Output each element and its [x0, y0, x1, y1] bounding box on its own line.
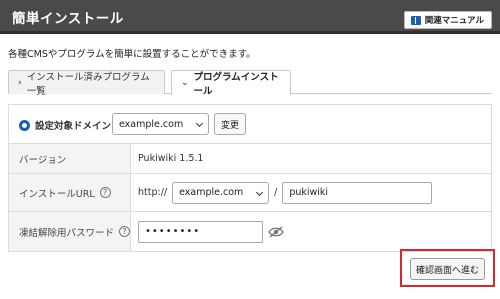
password-label: 凍結解除用パスワード	[19, 227, 115, 239]
chevron-down-icon	[195, 119, 204, 128]
version-value-cell: Pukiwiki 1.5.1	[132, 144, 491, 173]
tab-installed-programs[interactable]: › インストール済みプログラム一覧	[8, 70, 165, 97]
version-label-cell: バージョン	[9, 144, 131, 173]
password-label-cell: 凍結解除用パスワード ?	[9, 212, 131, 251]
domain-radio[interactable]	[19, 119, 30, 131]
password-value: ••••••••	[145, 226, 201, 237]
domain-select-value: example.com	[119, 118, 184, 130]
password-row: 凍結解除用パスワード ? ••••••••	[9, 212, 491, 251]
related-manual-button[interactable]: 関連マニュアル	[403, 11, 492, 29]
eye-slash-icon[interactable]	[268, 226, 284, 238]
url-scheme: http://	[138, 187, 168, 198]
change-domain-button[interactable]: 変更	[214, 113, 246, 135]
install-url-value-cell: http:// example.com / pukiwiki	[132, 174, 491, 211]
related-manual-label: 関連マニュアル	[424, 16, 484, 26]
tab-bar: › インストール済みプログラム一覧 ⌄ プログラムインストール	[8, 70, 492, 97]
install-path-input[interactable]: pukiwiki	[282, 181, 433, 204]
install-url-label-cell: インストールURL ?	[9, 174, 131, 211]
help-icon[interactable]: ?	[99, 187, 111, 198]
proceed-to-confirm-button[interactable]: 確認画面へ進む	[410, 258, 485, 280]
install-url-row: インストールURL ? http:// example.com / pukiwi…	[9, 174, 491, 212]
domain-label-text: 設定対象ドメイン	[35, 121, 112, 132]
book-icon	[410, 15, 421, 25]
page-title: 簡単インストール	[12, 11, 124, 27]
version-value: Pukiwiki 1.5.1	[138, 153, 204, 164]
domain-row: 設定対象ドメイン example.com 変更	[9, 105, 491, 144]
install-url-label: インストールURL	[19, 188, 95, 200]
password-value-cell: ••••••••	[132, 212, 491, 251]
url-separator: /	[274, 187, 278, 198]
chevron-down-icon: ⌄	[181, 78, 189, 88]
version-label: バージョン	[19, 154, 67, 166]
page-header: 簡単インストール 関連マニュアル	[0, 0, 500, 34]
tab-installed-programs-label: インストール済みプログラム一覧	[26, 71, 150, 97]
tab-program-install[interactable]: ⌄ プログラムインストール	[171, 70, 291, 97]
install-form: 設定対象ドメイン example.com 変更 バージョン Pukiwiki 1…	[8, 104, 492, 252]
install-path-value: pukiwiki	[289, 187, 329, 198]
url-domain-select-value: example.com	[179, 187, 244, 198]
page-description: 各種CMSやプログラムを簡単に設置することができます。	[8, 49, 256, 60]
domain-select[interactable]: example.com	[112, 113, 209, 135]
chevron-right-icon: ›	[18, 77, 22, 88]
chevron-down-icon	[256, 188, 264, 196]
tab-program-install-label: プログラムインストール	[193, 72, 279, 97]
help-icon[interactable]: ?	[119, 226, 130, 237]
url-domain-select[interactable]: example.com	[172, 181, 270, 204]
version-row: バージョン Pukiwiki 1.5.1	[9, 144, 491, 174]
domain-label: 設定対象ドメイン	[19, 118, 111, 132]
password-input[interactable]: ••••••••	[138, 220, 263, 243]
confirm-highlight: 確認画面へ進む	[400, 249, 495, 287]
